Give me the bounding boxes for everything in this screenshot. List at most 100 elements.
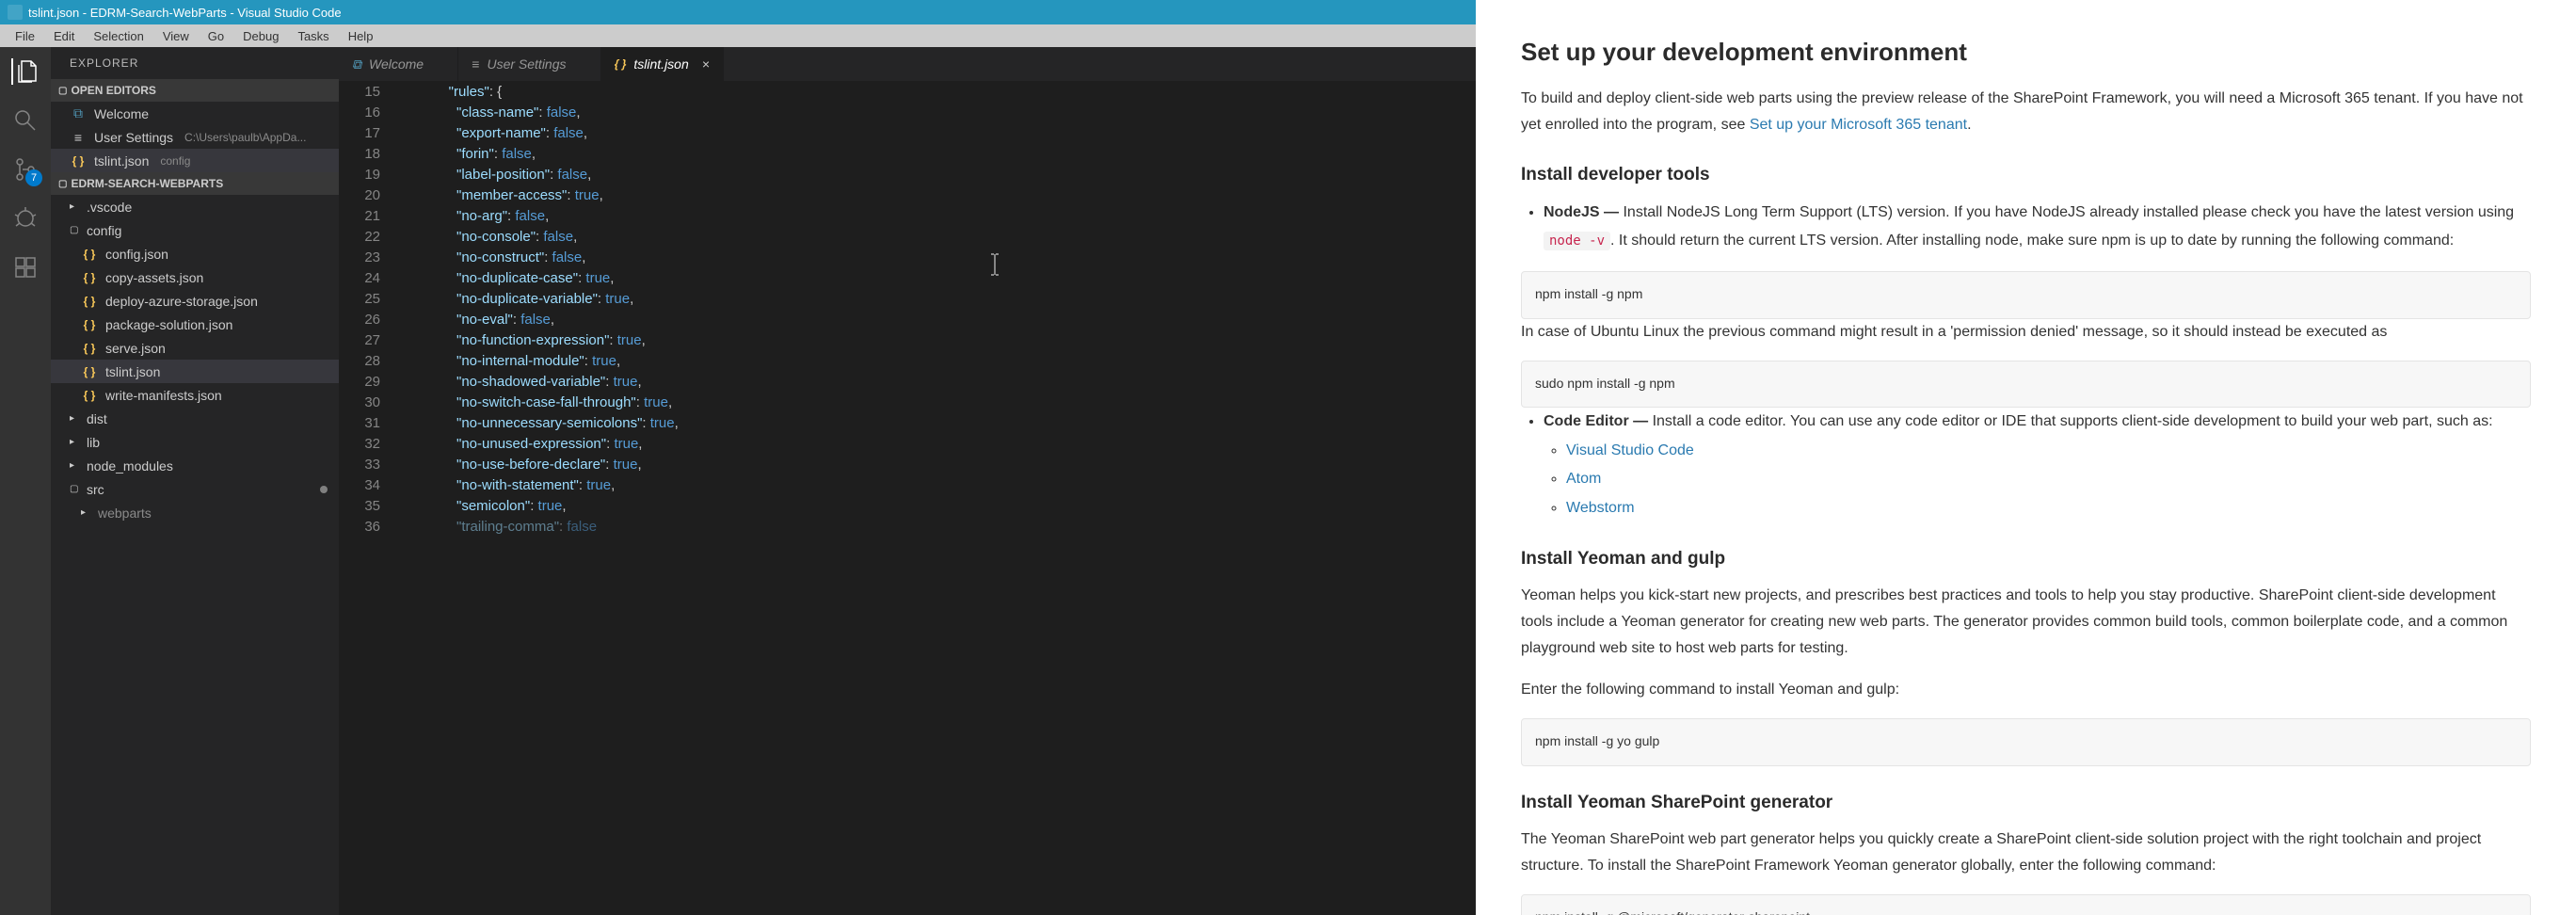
project-header[interactable]: ▢ EDRM-SEARCH-WEBPARTS (51, 172, 339, 195)
doc-list-item: Visual Studio Code (1566, 437, 2531, 465)
vscode-icon: ⧉ (352, 56, 361, 72)
json-icon: { } (81, 365, 98, 378)
doc-link[interactable]: Visual Studio Code (1566, 442, 1694, 458)
open-editors-header[interactable]: ▢ OPEN EDITORS (51, 79, 339, 102)
tree-label: write-manifests.json (105, 388, 222, 403)
file-item[interactable]: { }copy-assets.json (51, 265, 339, 289)
doc-link[interactable]: Atom (1566, 471, 1601, 487)
code-block: sudo npm install -g npm (1521, 361, 2531, 409)
menu-tasks[interactable]: Tasks (288, 24, 338, 47)
extensions-icon (12, 254, 39, 281)
folder-item[interactable]: ▸webparts (51, 501, 339, 524)
doc-heading: Set up your development environment (1521, 38, 2531, 67)
file-item[interactable]: { } tslint.json (51, 360, 339, 383)
activity-debug[interactable] (12, 205, 39, 232)
tree-label: config.json (105, 247, 168, 262)
folder-item[interactable]: ▸lib (51, 430, 339, 454)
folder-item[interactable]: ▢ src (51, 477, 339, 501)
scm-badge: 7 (25, 169, 42, 186)
doc-subheading: Install Yeoman SharePoint generator (1521, 793, 2531, 813)
file-sublabel: config (160, 154, 190, 168)
dirty-indicator-icon (320, 486, 328, 493)
doc-subheading: Install Yeoman and gulp (1521, 549, 2531, 570)
menu-edit[interactable]: Edit (44, 24, 84, 47)
folder-item[interactable]: ▢config (51, 218, 339, 242)
tree-label: node_modules (87, 458, 173, 474)
json-icon: { } (70, 154, 87, 168)
json-icon: { } (81, 389, 98, 402)
tree-label: lib (87, 435, 100, 450)
activity-explorer[interactable] (11, 58, 38, 85)
doc-paragraph: Yeoman helps you kick-start new projects… (1521, 583, 2531, 662)
activity-search[interactable] (12, 107, 39, 134)
menu-help[interactable]: Help (339, 24, 383, 47)
settings-icon: ≡ (472, 56, 479, 72)
inline-code: node -v (1544, 232, 1610, 250)
chevron-down-icon: ▢ (58, 179, 67, 189)
tab-label: tslint.json (633, 56, 688, 72)
json-icon: { } (81, 318, 98, 331)
file-label: Welcome (94, 106, 149, 121)
open-editor-item[interactable]: ≡ User Settings C:\Users\paulb\AppDa... (51, 125, 339, 149)
line-number-gutter: 1516171819202122232425262728293031323334… (339, 81, 399, 915)
open-editor-item[interactable]: { } tslint.json config (51, 149, 339, 172)
file-item[interactable]: { } deploy-azure-storage.json (51, 289, 339, 313)
menu-go[interactable]: Go (199, 24, 233, 47)
chevron-right-icon: ▸ (70, 201, 79, 212)
editor-tab[interactable]: { }tslint.json× (601, 47, 724, 81)
doc-list-item: NodeJS — Install NodeJS Long Term Suppor… (1544, 199, 2531, 256)
file-sublabel: C:\Users\paulb\AppDa... (184, 131, 306, 144)
tree-label: deploy-azure-storage.json (105, 294, 258, 309)
menu-selection[interactable]: Selection (84, 24, 152, 47)
tree-label: package-solution.json (105, 317, 232, 332)
code-block: npm install -g npm (1521, 271, 2531, 319)
search-icon (12, 107, 39, 134)
text-cursor-icon (988, 252, 1001, 283)
bug-icon (12, 205, 39, 232)
file-label: User Settings (94, 130, 173, 145)
activity-extensions[interactable] (12, 254, 39, 281)
json-icon: { } (81, 295, 98, 308)
file-label: tslint.json (94, 153, 149, 169)
tree-label: serve.json (105, 341, 166, 356)
doc-paragraph: Enter the following command to install Y… (1521, 677, 2531, 703)
files-icon (15, 58, 38, 85)
doc-list-item: Atom (1566, 465, 2531, 493)
folder-item[interactable]: ▸dist (51, 407, 339, 430)
file-item[interactable]: { } serve.json (51, 336, 339, 360)
explorer-sidebar: EXPLORER ▢ OPEN EDITORS ⧉Welcome≡User Se… (51, 47, 339, 915)
chevron-down-icon: ▢ (70, 225, 79, 235)
chevron-down-icon: ▢ (70, 484, 79, 494)
menu-view[interactable]: View (153, 24, 199, 47)
file-item[interactable]: { } config.json (51, 242, 339, 265)
json-icon: { } (81, 248, 98, 261)
folder-item[interactable]: ▸.vscode (51, 195, 339, 218)
activity-scm[interactable]: 7 (12, 156, 39, 183)
json-icon: { } (81, 342, 98, 355)
tree-label: src (87, 482, 104, 497)
chevron-down-icon: ▢ (58, 86, 67, 96)
menu-file[interactable]: File (6, 24, 44, 47)
settings-icon: ≡ (70, 130, 87, 145)
doc-link[interactable]: Set up your Microsoft 365 tenant (1750, 117, 1967, 133)
editor-tab[interactable]: ≡User Settings× (458, 47, 600, 81)
folder-item[interactable]: ▸ node_modules (51, 454, 339, 477)
doc-link[interactable]: Webstorm (1566, 500, 1635, 516)
doc-list-item: Webstorm (1566, 494, 2531, 522)
file-item[interactable]: { } package-solution.json (51, 313, 339, 336)
vscode-logo-icon (8, 5, 23, 20)
open-editors-list: ⧉Welcome ≡ User Settings C:\Users\paulb\App… (51, 102, 339, 172)
file-tree: ▸.vscode▢config { } config.json { }copy-ass… (51, 195, 339, 524)
chevron-right-icon: ▸ (70, 460, 79, 471)
menu-debug[interactable]: Debug (233, 24, 288, 47)
doc-paragraph: In case of Ubuntu Linux the previous com… (1521, 319, 2531, 345)
tree-label: tslint.json (105, 364, 160, 379)
open-editor-item[interactable]: ⧉Welcome (51, 102, 339, 125)
file-item[interactable]: { } write-manifests.json (51, 383, 339, 407)
json-icon: { } (81, 271, 98, 284)
tree-label: webparts (98, 506, 152, 521)
editor-tab[interactable]: ⧉Welcome× (339, 47, 458, 81)
documentation-panel: Set up your development environment To b… (1476, 0, 2576, 915)
code-block: npm install -g @microsoft/generator-shar… (1521, 894, 2531, 915)
close-icon[interactable]: × (702, 56, 710, 72)
